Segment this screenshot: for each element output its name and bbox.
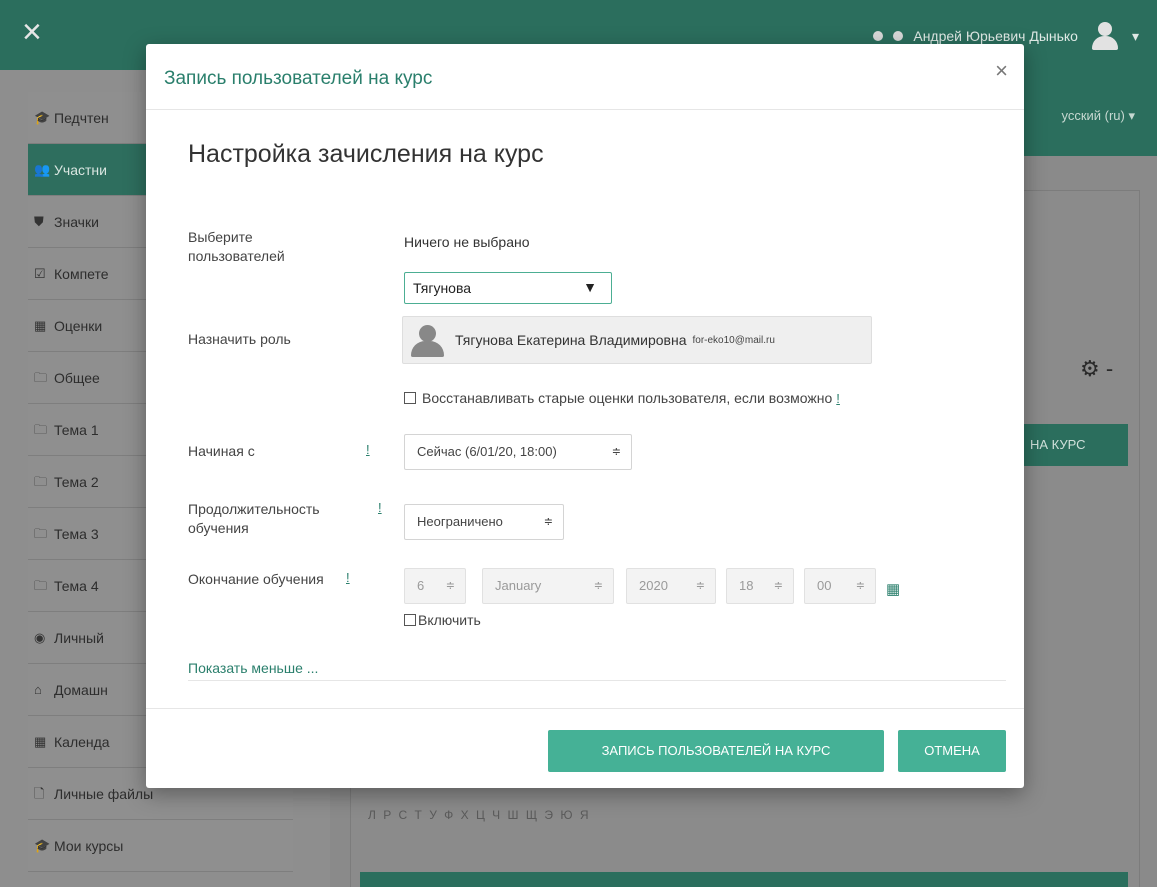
calendar-icon[interactable]: ▦ (886, 580, 900, 598)
show-less-link[interactable]: Показать меньше ... (188, 660, 318, 676)
end-hour-value: 18 (739, 578, 754, 593)
enrol-users-button[interactable]: ЗАПИСЬ ПОЛЬЗОВАТЕЛЕЙ НА КУРС (548, 730, 884, 772)
duration-value: Неограничено (417, 514, 503, 529)
home-icon: ⌂ (34, 682, 42, 697)
select-caret-icon: ≑ (855, 580, 865, 592)
starting-from-select[interactable]: Сейчас (6/01/20, 18:00) ≑ (404, 434, 632, 470)
sidebar-item-label: Тема 3 (54, 526, 99, 542)
chevron-down-icon[interactable]: ▾ (1132, 28, 1139, 45)
help-icon[interactable]: ! (836, 391, 840, 406)
select-caret-icon: ≑ (445, 580, 455, 592)
help-icon[interactable]: ! (378, 500, 382, 515)
sidebar-item-label: Педчтен (54, 110, 109, 126)
end-minute-value: 00 (817, 578, 832, 593)
enrol-end-label: Окончание обучения (188, 571, 324, 587)
recover-grades-label: Восстанавливать старые оценки пользовате… (422, 390, 833, 406)
messages-icon[interactable] (893, 31, 904, 41)
recover-grades-row: Восстанавливать старые оценки пользовате… (404, 390, 840, 406)
folder-icon: 🗀 (34, 578, 48, 593)
end-day-value: 6 (417, 578, 425, 593)
assign-role-label: Назначить роль (188, 331, 291, 347)
sidebar-item-label: Оценки (54, 318, 103, 334)
sidebar-item-label: Тема 4 (54, 578, 99, 594)
sidebar-item-label: Значки (54, 214, 99, 230)
sidebar-item-label: Общее (54, 370, 100, 386)
notification-icon[interactable] (873, 31, 884, 41)
dropdown-arrow-icon[interactable]: ▼ (583, 279, 597, 295)
enrol-users-modal: Запись пользователей на курс × Настройка… (146, 44, 1024, 788)
starting-from-label: Начиная с (188, 443, 255, 459)
sidebar-item-label: Тема 1 (54, 422, 99, 438)
end-month-value: January (495, 578, 542, 593)
alphabet-filter[interactable]: Л Р С Т У Ф Х Ц Ч Ш Щ Э Ю Я (368, 808, 591, 822)
modal-title: Запись пользователей на курс (164, 68, 433, 89)
enrol-users-button-bg[interactable]: НА КУРС (1020, 424, 1128, 466)
sidebar-item[interactable]: 🎓 Мои курсы (28, 820, 293, 872)
enable-end-checkbox[interactable] (404, 614, 416, 626)
sidebar-item-label: Участни (54, 162, 107, 178)
duration-select[interactable]: Неограничено ≑ (404, 504, 564, 540)
user-avatar-icon[interactable] (1088, 22, 1122, 50)
graduation-cap-icon: 🎓 (34, 838, 51, 853)
users-icon: 👥 (34, 162, 51, 177)
modal-header: Запись пользователей на курс × (146, 44, 1024, 110)
enable-end-row: Включить (404, 612, 481, 628)
user-avatar-icon (407, 321, 447, 359)
sidebar-item-label: Личные файлы (54, 786, 154, 802)
duration-label: Продолжительность обучения (188, 501, 320, 536)
user-suggestion[interactable]: Тягунова Екатерина Владимировна for-eko1… (402, 316, 872, 364)
starting-from-value: Сейчас (6/01/20, 18:00) (417, 444, 557, 459)
table-icon: ▦ (34, 318, 47, 333)
graduation-cap-icon: 🎓 (34, 110, 51, 125)
help-icon[interactable]: ! (366, 442, 370, 457)
user-search-field[interactable] (405, 273, 575, 303)
checkbox-icon: ☑ (34, 266, 46, 281)
select-caret-icon: ≑ (543, 516, 553, 528)
end-day-select[interactable]: 6 ≑ (404, 568, 466, 604)
suggestion-email: for-eko10@mail.ru (692, 334, 775, 346)
end-year-value: 2020 (639, 578, 668, 593)
select-caret-icon: ≑ (611, 446, 621, 458)
user-name[interactable]: Андрей Юрьевич Дынько (913, 28, 1078, 44)
select-users-label: Выберите пользователей (188, 229, 285, 264)
selection-status: Ничего не выбрано (404, 234, 530, 250)
select-caret-icon: ≑ (773, 580, 783, 592)
sidebar-item-label: Компете (54, 266, 109, 282)
close-icon[interactable]: × (995, 58, 1008, 84)
section-heading: Настройка зачисления на курс (188, 140, 544, 168)
shield-icon: ⛊ (34, 214, 44, 229)
cancel-button[interactable]: ОТМЕНА (898, 730, 1006, 772)
sidebar-item-label: Мои курсы (54, 838, 124, 854)
footer-divider (146, 708, 1024, 709)
select-caret-icon: ≑ (593, 580, 603, 592)
end-month-select[interactable]: January ≑ (482, 568, 614, 604)
sidebar-item-label: Личный (54, 630, 104, 646)
enable-end-label: Включить (418, 612, 481, 628)
select-caret-icon: ≑ (695, 580, 705, 592)
sidebar-item-label: Тема 2 (54, 474, 99, 490)
file-icon: 🗋 (34, 786, 45, 801)
divider (188, 680, 1006, 681)
suggestion-name: Тягунова Екатерина Владимировна (455, 332, 687, 348)
close-drawer-icon[interactable]: × (22, 12, 42, 52)
user-search-input[interactable]: ▼ (404, 272, 612, 304)
end-minute-select[interactable]: 00 ≑ (804, 568, 876, 604)
sidebar-item-label: Домашн (54, 682, 108, 698)
end-hour-select[interactable]: 18 ≑ (726, 568, 794, 604)
table-header-bg (360, 872, 1128, 887)
dashboard-icon: ◉ (34, 630, 46, 645)
folder-icon: 🗀 (34, 526, 48, 541)
sidebar-item-label: Календа (54, 734, 110, 750)
gear-icon[interactable]: ⚙ - (1080, 356, 1113, 382)
folder-icon: 🗀 (34, 474, 48, 489)
language-menu[interactable]: усский (ru) ▾ (1061, 108, 1135, 124)
recover-grades-checkbox[interactable] (404, 392, 416, 404)
calendar-icon: ▦ (34, 734, 47, 749)
folder-icon: 🗀 (34, 422, 48, 437)
help-icon[interactable]: ! (346, 570, 350, 585)
end-year-select[interactable]: 2020 ≑ (626, 568, 716, 604)
folder-icon: 🗀 (34, 370, 48, 385)
